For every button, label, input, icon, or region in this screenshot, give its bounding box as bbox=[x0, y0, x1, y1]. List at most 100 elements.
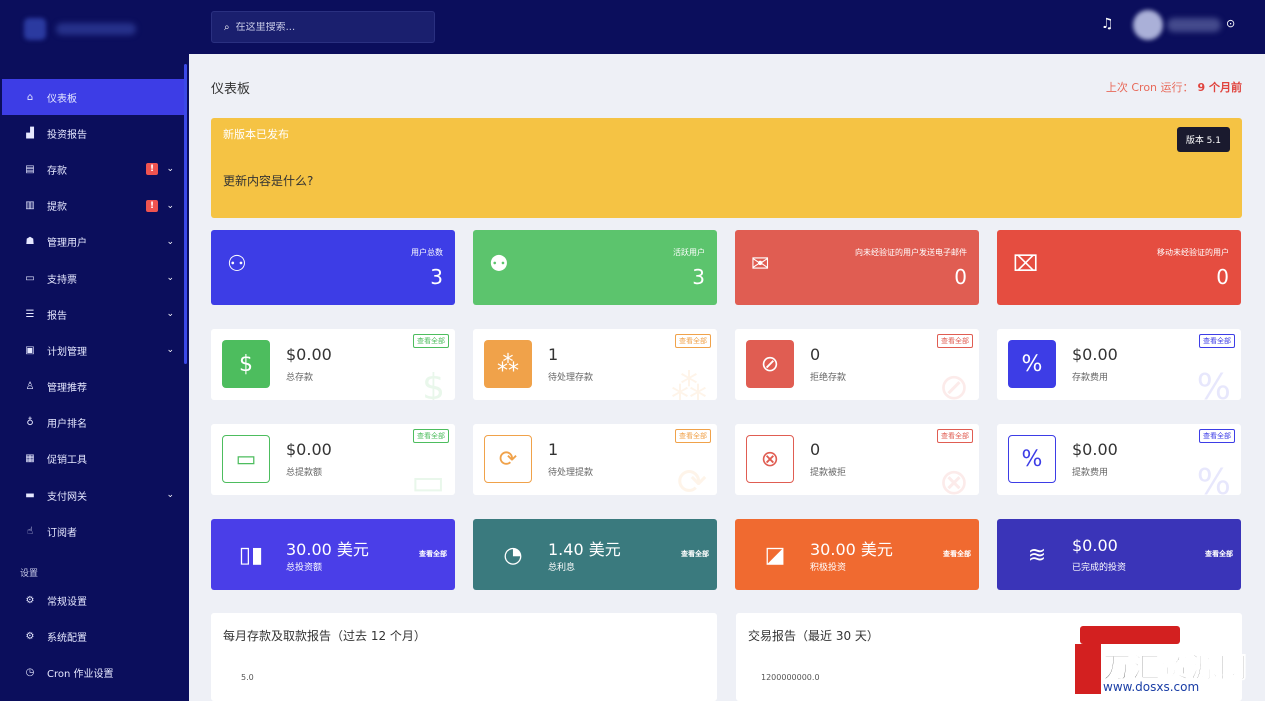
sidebar-item-cog[interactable]: ⚙ 系统配置 bbox=[2, 618, 184, 654]
sidebar-item-clock[interactable]: ◷ Cron 作业设置 bbox=[2, 654, 184, 690]
sidebar-item-promo[interactable]: ▦ 促销工具 bbox=[2, 441, 184, 477]
cron-value: 9 个月前 bbox=[1197, 81, 1242, 94]
stat-card[interactable]: ⚉ 活跃用户 3 bbox=[473, 230, 717, 305]
view-all-button[interactable]: 查看全部 bbox=[937, 429, 973, 443]
search-icon: ⌕ bbox=[224, 21, 230, 33]
investment-card: ◔ 1.40 美元 总利息 查看全部 bbox=[473, 519, 717, 590]
summary-label: 拒绝存款 bbox=[810, 373, 847, 383]
percent-icon: % bbox=[1008, 435, 1056, 483]
watermark-url: www.dosxs.com bbox=[1103, 680, 1200, 694]
banner-question[interactable]: 更新内容是什么? bbox=[223, 172, 313, 189]
sidebar-item-label: 管理用户 bbox=[47, 238, 87, 250]
sidebar-item-label: 计划管理 bbox=[47, 346, 87, 358]
ticket-icon: ▭ bbox=[25, 272, 35, 284]
sidebar-item-bar-chart[interactable]: ▟ 投资报告 bbox=[2, 115, 184, 151]
sidebar-item-thumbs-up[interactable]: ☝ 订阅者 bbox=[2, 513, 184, 549]
summary-label: 待处理存款 bbox=[548, 373, 594, 383]
avatar[interactable] bbox=[1133, 10, 1163, 40]
stat-value: 0 bbox=[1216, 265, 1229, 289]
view-all-button[interactable]: 查看全部 bbox=[675, 334, 711, 348]
stat-card[interactable]: ⌧ 移动未经验证的用户 0 bbox=[997, 230, 1241, 305]
view-all-button[interactable]: 查看全部 bbox=[681, 549, 709, 559]
spinner-watermark-icon: ⁂ bbox=[671, 367, 707, 400]
logo-mark bbox=[24, 18, 46, 40]
sidebar-item-card[interactable]: ▬ 支付网关 ⌄ bbox=[2, 477, 184, 513]
sidebar-item-deposit[interactable]: ▤ 存款! ⌄ bbox=[2, 151, 184, 187]
investment-card: ▯▮ 30.00 美元 总投资额 查看全部 bbox=[211, 519, 455, 590]
chevron-down-icon[interactable]: ⌄ bbox=[166, 273, 174, 283]
view-all-button[interactable]: 查看全部 bbox=[413, 429, 449, 443]
view-all-button[interactable]: 查看全部 bbox=[675, 429, 711, 443]
sidebar-item-referral[interactable]: ♙ 管理推荐 bbox=[2, 369, 184, 405]
sidebar-scrollbar[interactable] bbox=[184, 64, 187, 364]
spinner-icon: ⁂ bbox=[484, 340, 532, 388]
bell-icon[interactable]: ♫ bbox=[1101, 16, 1114, 32]
sidebar-item-gear[interactable]: ⚙ 常规设置 bbox=[2, 582, 184, 618]
summary-label: 提款被拒 bbox=[810, 468, 847, 478]
summary-label: 提款费用 bbox=[1072, 468, 1109, 478]
chevron-down-icon[interactable]: ⌄ bbox=[166, 345, 174, 355]
investment-card: ≋ $0.00 已完成的投资 查看全部 bbox=[997, 519, 1241, 590]
sidebar-item-label: 提款 bbox=[47, 202, 67, 214]
view-all-button[interactable]: 查看全部 bbox=[937, 334, 973, 348]
search-box[interactable]: ⌕ bbox=[211, 11, 435, 43]
summary-label: 总提款额 bbox=[286, 468, 323, 478]
sidebar-item-label: 促销工具 bbox=[47, 455, 87, 467]
sidebar-item-calendar[interactable]: ▣ 计划管理 ⌄ bbox=[2, 332, 184, 368]
topbar: ⌕ ♫ ⊙ bbox=[189, 0, 1265, 54]
sidebar-item-list[interactable]: ☰ 报告 ⌄ bbox=[2, 296, 184, 332]
sidebar-item-label: 常规设置 bbox=[47, 596, 87, 608]
view-all-button[interactable]: 查看全部 bbox=[1199, 334, 1235, 348]
y-tick-label: 5.0 bbox=[241, 673, 254, 682]
cog-icon: ⚙ bbox=[25, 630, 35, 642]
summary-card: ⟳ 1 待处理提款 查看全部 ⟳ bbox=[473, 424, 717, 495]
sidebar-item-ticket[interactable]: ▭ 支持票 ⌄ bbox=[2, 260, 184, 296]
user-dropdown-icon[interactable]: ⊙ bbox=[1226, 17, 1235, 30]
alert-badge: ! bbox=[146, 163, 158, 176]
sidebar-item-home[interactable]: ⌂ 仪表板 bbox=[2, 79, 184, 116]
summary-label: 存款费用 bbox=[1072, 373, 1109, 383]
pie-chart-icon: ◔ bbox=[503, 542, 523, 568]
stat-card[interactable]: ⚇ 用户总数 3 bbox=[211, 230, 455, 305]
envelope-icon: ✉ bbox=[751, 252, 770, 277]
user-check-icon: ⚉ bbox=[489, 252, 509, 277]
summary-card: ▭ $0.00 总提款额 查看全部 ▭ bbox=[211, 424, 455, 495]
view-all-button[interactable]: 查看全部 bbox=[419, 549, 447, 559]
sidebar-item-medal[interactable]: ♁ 用户排名 bbox=[2, 405, 184, 441]
view-all-button[interactable]: 查看全部 bbox=[1205, 549, 1233, 559]
sidebar-item-label: Cron 作业设置 bbox=[47, 668, 114, 680]
bar-chart-icon: ▯▮ bbox=[238, 542, 264, 568]
view-all-button[interactable]: 查看全部 bbox=[413, 334, 449, 348]
percent-watermark-icon: % bbox=[1196, 462, 1231, 495]
alert-badge: ! bbox=[146, 199, 158, 212]
username[interactable] bbox=[1167, 18, 1221, 32]
promo-icon: ▦ bbox=[25, 453, 35, 465]
chevron-down-icon[interactable]: ⌄ bbox=[166, 490, 174, 500]
sidebar-item-bank[interactable]: ▥ 提款! ⌄ bbox=[2, 188, 184, 224]
chevron-down-icon[interactable]: ⌄ bbox=[166, 201, 174, 211]
credit-card-icon: ▭ bbox=[222, 435, 270, 483]
summary-card: ⁂ 1 待处理存款 查看全部 ⁂ bbox=[473, 329, 717, 400]
stat-value: 3 bbox=[430, 265, 443, 289]
chevron-down-icon[interactable]: ⌄ bbox=[166, 309, 174, 319]
stat-card[interactable]: ✉ 向未经验证的用户发送电子邮件 0 bbox=[735, 230, 979, 305]
sidebar-item-users[interactable]: ☗ 管理用户 ⌄ bbox=[2, 224, 184, 260]
view-all-button[interactable]: 查看全部 bbox=[1199, 429, 1235, 443]
cron-label: 上次 Cron 运行： bbox=[1105, 81, 1194, 94]
stat-label: 活跃用户 bbox=[673, 248, 705, 257]
sidebar-item-label: 存款 bbox=[47, 165, 67, 177]
investment-value: 30.00 美元 bbox=[810, 540, 893, 559]
logo[interactable] bbox=[0, 0, 189, 58]
chevron-down-icon[interactable]: ⌄ bbox=[166, 237, 174, 247]
summary-value: 1 bbox=[548, 440, 559, 459]
sidebar-item-label: 系统配置 bbox=[47, 632, 87, 644]
search-input[interactable] bbox=[235, 21, 416, 33]
chevron-down-icon[interactable]: ⌄ bbox=[166, 164, 174, 174]
watermark-shape bbox=[1080, 626, 1180, 644]
view-all-button[interactable]: 查看全部 bbox=[943, 549, 971, 559]
stat-value: 3 bbox=[692, 265, 705, 289]
summary-value: $0.00 bbox=[1072, 345, 1118, 364]
summary-value: $0.00 bbox=[286, 345, 332, 364]
list-icon: ☰ bbox=[25, 308, 35, 320]
summary-value: $0.00 bbox=[286, 440, 332, 459]
